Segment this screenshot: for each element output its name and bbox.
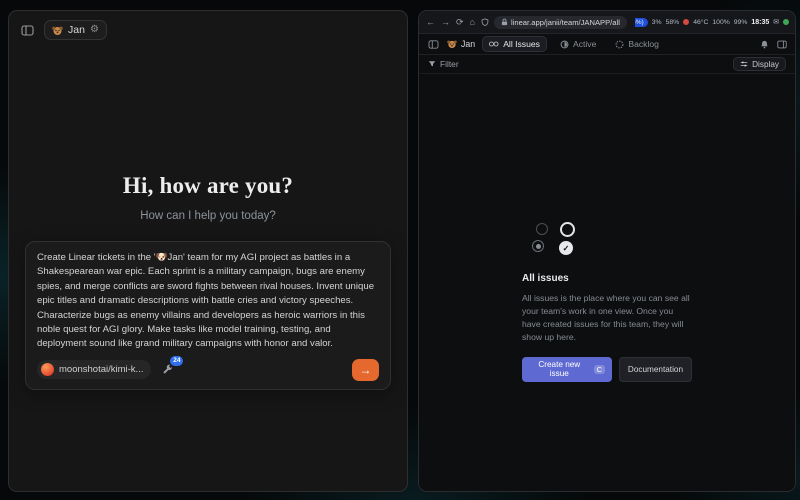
display-sliders-icon <box>740 60 748 68</box>
tab-active[interactable]: Active <box>554 37 602 51</box>
tab-backlog[interactable]: Backlog <box>609 37 665 51</box>
tray-battery-3: 100% <box>712 19 729 26</box>
issue-status-icons: ✓ <box>528 222 590 260</box>
mail-icon[interactable]: ✉ <box>773 18 779 26</box>
model-name: moonshotai/kimi-k... <box>59 364 143 375</box>
display-label: Display <box>752 60 779 69</box>
greeting-heading: Hi, how are you? <box>9 173 407 199</box>
sidebar-toggle-button[interactable] <box>19 23 36 38</box>
linear-sidebar-toggle[interactable] <box>427 40 440 49</box>
browser-window: ← → ⟳ ⌂ linear.app/janii/team/JANAPP/all <box>418 10 796 492</box>
wifi-network-badge[interactable]: Belong38AAE9 (46%) <box>635 18 648 27</box>
browser-toolbar: ← → ⟳ ⌂ linear.app/janii/team/JANAPP/all <box>419 11 795 34</box>
lock-icon <box>501 18 508 26</box>
in-progress-circle-icon <box>532 240 544 252</box>
empty-state-description: All issues is the place where you can se… <box>522 292 692 344</box>
jan-app-window: Jan ⚙ Hi, how are you? How can I help yo… <box>8 10 408 492</box>
empty-state-actions: Create new issue C Documentation <box>522 357 692 382</box>
documentation-button[interactable]: Documentation <box>619 357 692 382</box>
tray-memory: 58% <box>666 19 680 26</box>
linear-team-label[interactable]: Jan <box>447 39 475 49</box>
all-issues-empty-state: ✓ All issues All issues is the place whe… <box>522 222 692 382</box>
team-selector[interactable]: Jan ⚙ <box>44 20 107 40</box>
linear-main: ✓ All issues All issues is the place whe… <box>419 74 795 492</box>
reload-button[interactable]: ⟳ <box>455 17 465 28</box>
linear-filterbar: Filter Display <box>419 55 795 74</box>
backlog-icon <box>615 40 624 49</box>
system-tray: 100% 62% Belong38AAE9 (46%) 3% 58% 46°C … <box>635 18 789 27</box>
dog-emoji-icon <box>447 39 457 49</box>
back-button[interactable]: ← <box>425 17 436 27</box>
done-circle-icon: ✓ <box>559 241 573 255</box>
tray-temperature: 46°C <box>693 19 708 26</box>
all-issues-icon <box>489 40 499 48</box>
tray-cpu: 3% <box>652 19 662 26</box>
tab-label: Active <box>573 39 596 49</box>
empty-state-title: All issues <box>522 273 692 284</box>
filter-button[interactable]: Filter <box>428 59 459 69</box>
linear-team-name: Jan <box>461 39 475 49</box>
tools-count-badge: 24 <box>170 356 183 366</box>
tab-label: All Issues <box>503 39 540 49</box>
side-panel-icon[interactable] <box>777 40 787 49</box>
clock: 18:35 <box>751 19 769 26</box>
send-arrow-icon: → <box>360 364 372 376</box>
moonshot-logo-icon <box>41 363 54 376</box>
bell-icon[interactable] <box>760 40 769 49</box>
tab-all-issues[interactable]: All Issues <box>482 36 547 52</box>
create-new-issue-button[interactable]: Create new issue C <box>522 357 612 382</box>
open-circle-icon <box>560 222 575 237</box>
tray-battery-4: 99% <box>734 19 748 26</box>
prompt-text[interactable]: Create Linear tickets in the '🐶Jan' team… <box>37 251 379 352</box>
chat-welcome: Hi, how are you? How can I help you toda… <box>9 173 407 222</box>
greeting-subtitle: How can I help you today? <box>9 210 407 222</box>
shortcut-badge: C <box>594 365 605 374</box>
display-button[interactable]: Display <box>733 57 786 71</box>
sidebar-panel-icon <box>21 25 34 36</box>
filter-label: Filter <box>440 59 459 69</box>
tools-button[interactable]: 24 <box>160 362 175 377</box>
team-name: Jan <box>68 24 85 36</box>
url-bar[interactable]: linear.app/janii/team/JANAPP/all <box>494 16 627 29</box>
send-button[interactable]: → <box>352 359 379 381</box>
create-new-issue-label: Create new issue <box>529 360 590 378</box>
chat-titlebar: Jan ⚙ <box>19 20 397 40</box>
home-button[interactable]: ⌂ <box>469 17 476 27</box>
url-text: linear.app/janii/team/JANAPP/all <box>511 18 620 27</box>
notification-icon[interactable] <box>683 19 689 25</box>
tools-icon <box>162 364 173 375</box>
forward-button[interactable]: → <box>440 17 451 27</box>
prompt-input-card[interactable]: Create Linear tickets in the '🐶Jan' team… <box>25 241 391 390</box>
model-selector[interactable]: moonshotai/kimi-k... <box>37 360 151 379</box>
todo-circle-icon <box>536 223 548 235</box>
dog-emoji-icon <box>52 25 63 36</box>
header-actions <box>760 40 787 49</box>
tab-label: Backlog <box>628 39 659 49</box>
shield-icon[interactable] <box>480 18 490 27</box>
in-progress-icon <box>560 40 569 49</box>
desktop: Jan ⚙ Hi, how are you? How can I help yo… <box>0 0 800 500</box>
linear-header: Jan All Issues Active <box>419 34 795 55</box>
filter-icon <box>428 60 436 68</box>
prompt-toolbar: moonshotai/kimi-k... 24 → <box>37 359 379 381</box>
status-dot-icon <box>783 19 789 25</box>
gear-icon[interactable]: ⚙ <box>90 25 99 35</box>
